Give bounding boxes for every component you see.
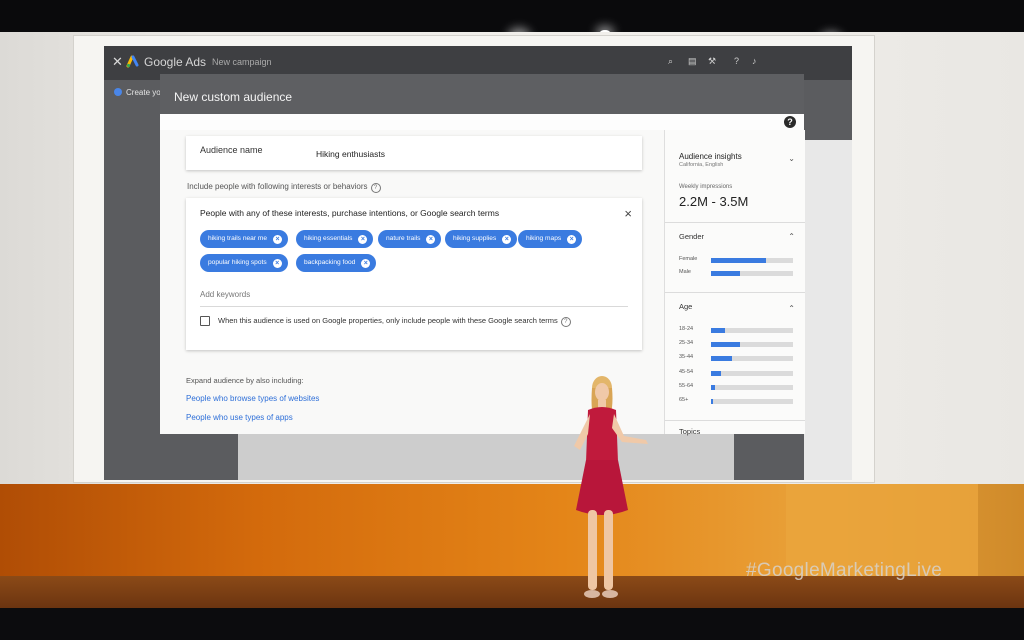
remove-chip-icon[interactable]: × <box>361 259 371 268</box>
audience-name-label: Audience name <box>200 145 263 155</box>
keyword-chip[interactable]: nature trails × <box>378 230 442 248</box>
chevron-up-icon[interactable]: ⌃ <box>788 304 795 313</box>
audience-name-card: Audience name Hiking enthusiasts <box>186 136 642 170</box>
use-apps-link[interactable]: People who use types of apps <box>186 413 293 422</box>
search-icon[interactable]: ⌕ <box>668 56 673 67</box>
create-button[interactable]: Create you <box>114 88 165 97</box>
gender-bar <box>711 258 793 263</box>
chip-label: hiking essentials <box>304 235 353 242</box>
remove-chip-icon[interactable]: × <box>358 235 368 244</box>
chip-label: hiking maps <box>526 235 562 242</box>
divider <box>665 222 805 223</box>
insights-subtitle: California, English <box>679 162 724 168</box>
age-bar <box>711 328 793 333</box>
browse-websites-link[interactable]: People who browse types of websites <box>186 394 319 403</box>
checkbox-label-text: When this audience is used on Google pro… <box>218 316 558 325</box>
chip-label: hiking supplies <box>453 235 497 242</box>
interests-heading: People with any of these interests, purc… <box>200 208 500 218</box>
keyword-chip[interactable]: hiking maps × <box>518 230 583 248</box>
stage-ceiling <box>0 0 1024 34</box>
side-text <box>808 148 848 154</box>
audience-insights-panel: Audience insights California, English ⌄ … <box>664 130 805 436</box>
gender-label: Male <box>679 269 691 275</box>
bar-fill <box>711 271 740 276</box>
event-hashtag: #GoogleMarketingLive <box>746 560 943 581</box>
close-icon[interactable]: × <box>624 207 632 220</box>
remove-chip-icon[interactable]: × <box>502 235 512 244</box>
age-label: 65+ <box>679 397 689 403</box>
remove-chip-icon[interactable]: × <box>567 235 577 244</box>
gender-title: Gender <box>679 232 705 241</box>
interests-card: People with any of these interests, purc… <box>186 198 642 350</box>
weekly-impressions-label: Weekly impressions <box>679 184 733 190</box>
info-icon[interactable]: ? <box>370 183 381 193</box>
chip-label: nature trails <box>386 235 421 242</box>
help-icon[interactable]: ? <box>734 56 739 66</box>
age-label: 55-64 <box>679 383 694 389</box>
bar-fill <box>711 385 716 390</box>
input-underline <box>200 306 628 307</box>
tools-icon[interactable]: ⚒ <box>708 56 716 67</box>
add-keywords-input[interactable]: Add keywords <box>200 290 250 299</box>
bar-fill <box>711 371 721 376</box>
age-label: 45-54 <box>679 369 694 375</box>
close-icon[interactable]: ✕ <box>112 54 123 70</box>
remove-chip-icon[interactable]: × <box>426 235 436 244</box>
info-icon[interactable]: ? <box>560 317 571 327</box>
chevron-up-icon[interactable]: ⌃ <box>788 232 795 241</box>
age-label: 35-44 <box>679 354 694 360</box>
keyword-chip[interactable]: backpacking food × <box>296 254 377 272</box>
age-label: 25-34 <box>679 340 694 346</box>
chip-label: popular hiking spots <box>208 259 267 266</box>
checkbox-label: When this audience is used on Google pro… <box>218 316 571 327</box>
keyword-chip[interactable]: popular hiking spots × <box>200 254 288 272</box>
age-bar <box>711 385 793 390</box>
include-label-text: Include people with following interests … <box>187 182 368 191</box>
dialog-title: New custom audience <box>174 90 293 104</box>
audience-name-input[interactable]: Hiking enthusiasts <box>316 149 385 159</box>
app-side-panel <box>804 140 852 480</box>
dialog-help-row: ? <box>160 114 804 130</box>
chip-label: backpacking food <box>304 259 356 266</box>
gender-bar <box>711 271 793 276</box>
reports-icon[interactable]: ▤ <box>688 56 697 67</box>
chip-label: hiking trails near me <box>208 235 268 242</box>
search-terms-checkbox[interactable] <box>200 316 210 326</box>
age-bar <box>711 356 793 361</box>
bar-fill <box>711 328 725 333</box>
bar-fill <box>711 342 740 347</box>
help-icon[interactable]: ? <box>784 116 796 128</box>
divider <box>665 292 805 293</box>
remove-chip-icon[interactable]: × <box>273 235 283 244</box>
app-footer-area <box>238 432 734 480</box>
topics-title: Topics <box>679 427 701 436</box>
breadcrumb: New campaign <box>212 57 272 67</box>
presenter <box>574 376 648 598</box>
expand-label: Expand audience by also including: <box>186 376 304 385</box>
chevron-down-icon[interactable]: ⌄ <box>788 154 795 163</box>
google-ads-logo-icon <box>126 55 139 68</box>
gender-label: Female <box>679 256 698 262</box>
include-label: Include people with following interests … <box>187 182 381 193</box>
bar-fill <box>711 356 733 361</box>
age-bar <box>711 371 793 376</box>
divider <box>665 420 805 421</box>
age-title: Age <box>679 302 693 311</box>
age-label: 18-24 <box>679 326 694 332</box>
bar-fill <box>711 399 713 404</box>
insights-title: Audience insights <box>679 152 742 161</box>
dialog-header: New custom audience <box>160 74 804 114</box>
keyword-chip[interactable]: hiking essentials × <box>296 230 374 248</box>
age-bar <box>711 342 793 347</box>
age-bar <box>711 399 793 404</box>
notifications-icon[interactable]: ♪ <box>752 56 757 66</box>
keyword-chip[interactable]: hiking supplies × <box>445 230 518 248</box>
weekly-impressions-value: 2.2M - 3.5M <box>679 194 749 209</box>
keyword-chip[interactable]: hiking trails near me × <box>200 230 289 248</box>
remove-chip-icon[interactable]: × <box>272 259 282 268</box>
bar-fill <box>711 258 766 263</box>
stage-edge <box>0 608 1024 640</box>
app-brand: Google Ads <box>144 55 207 69</box>
